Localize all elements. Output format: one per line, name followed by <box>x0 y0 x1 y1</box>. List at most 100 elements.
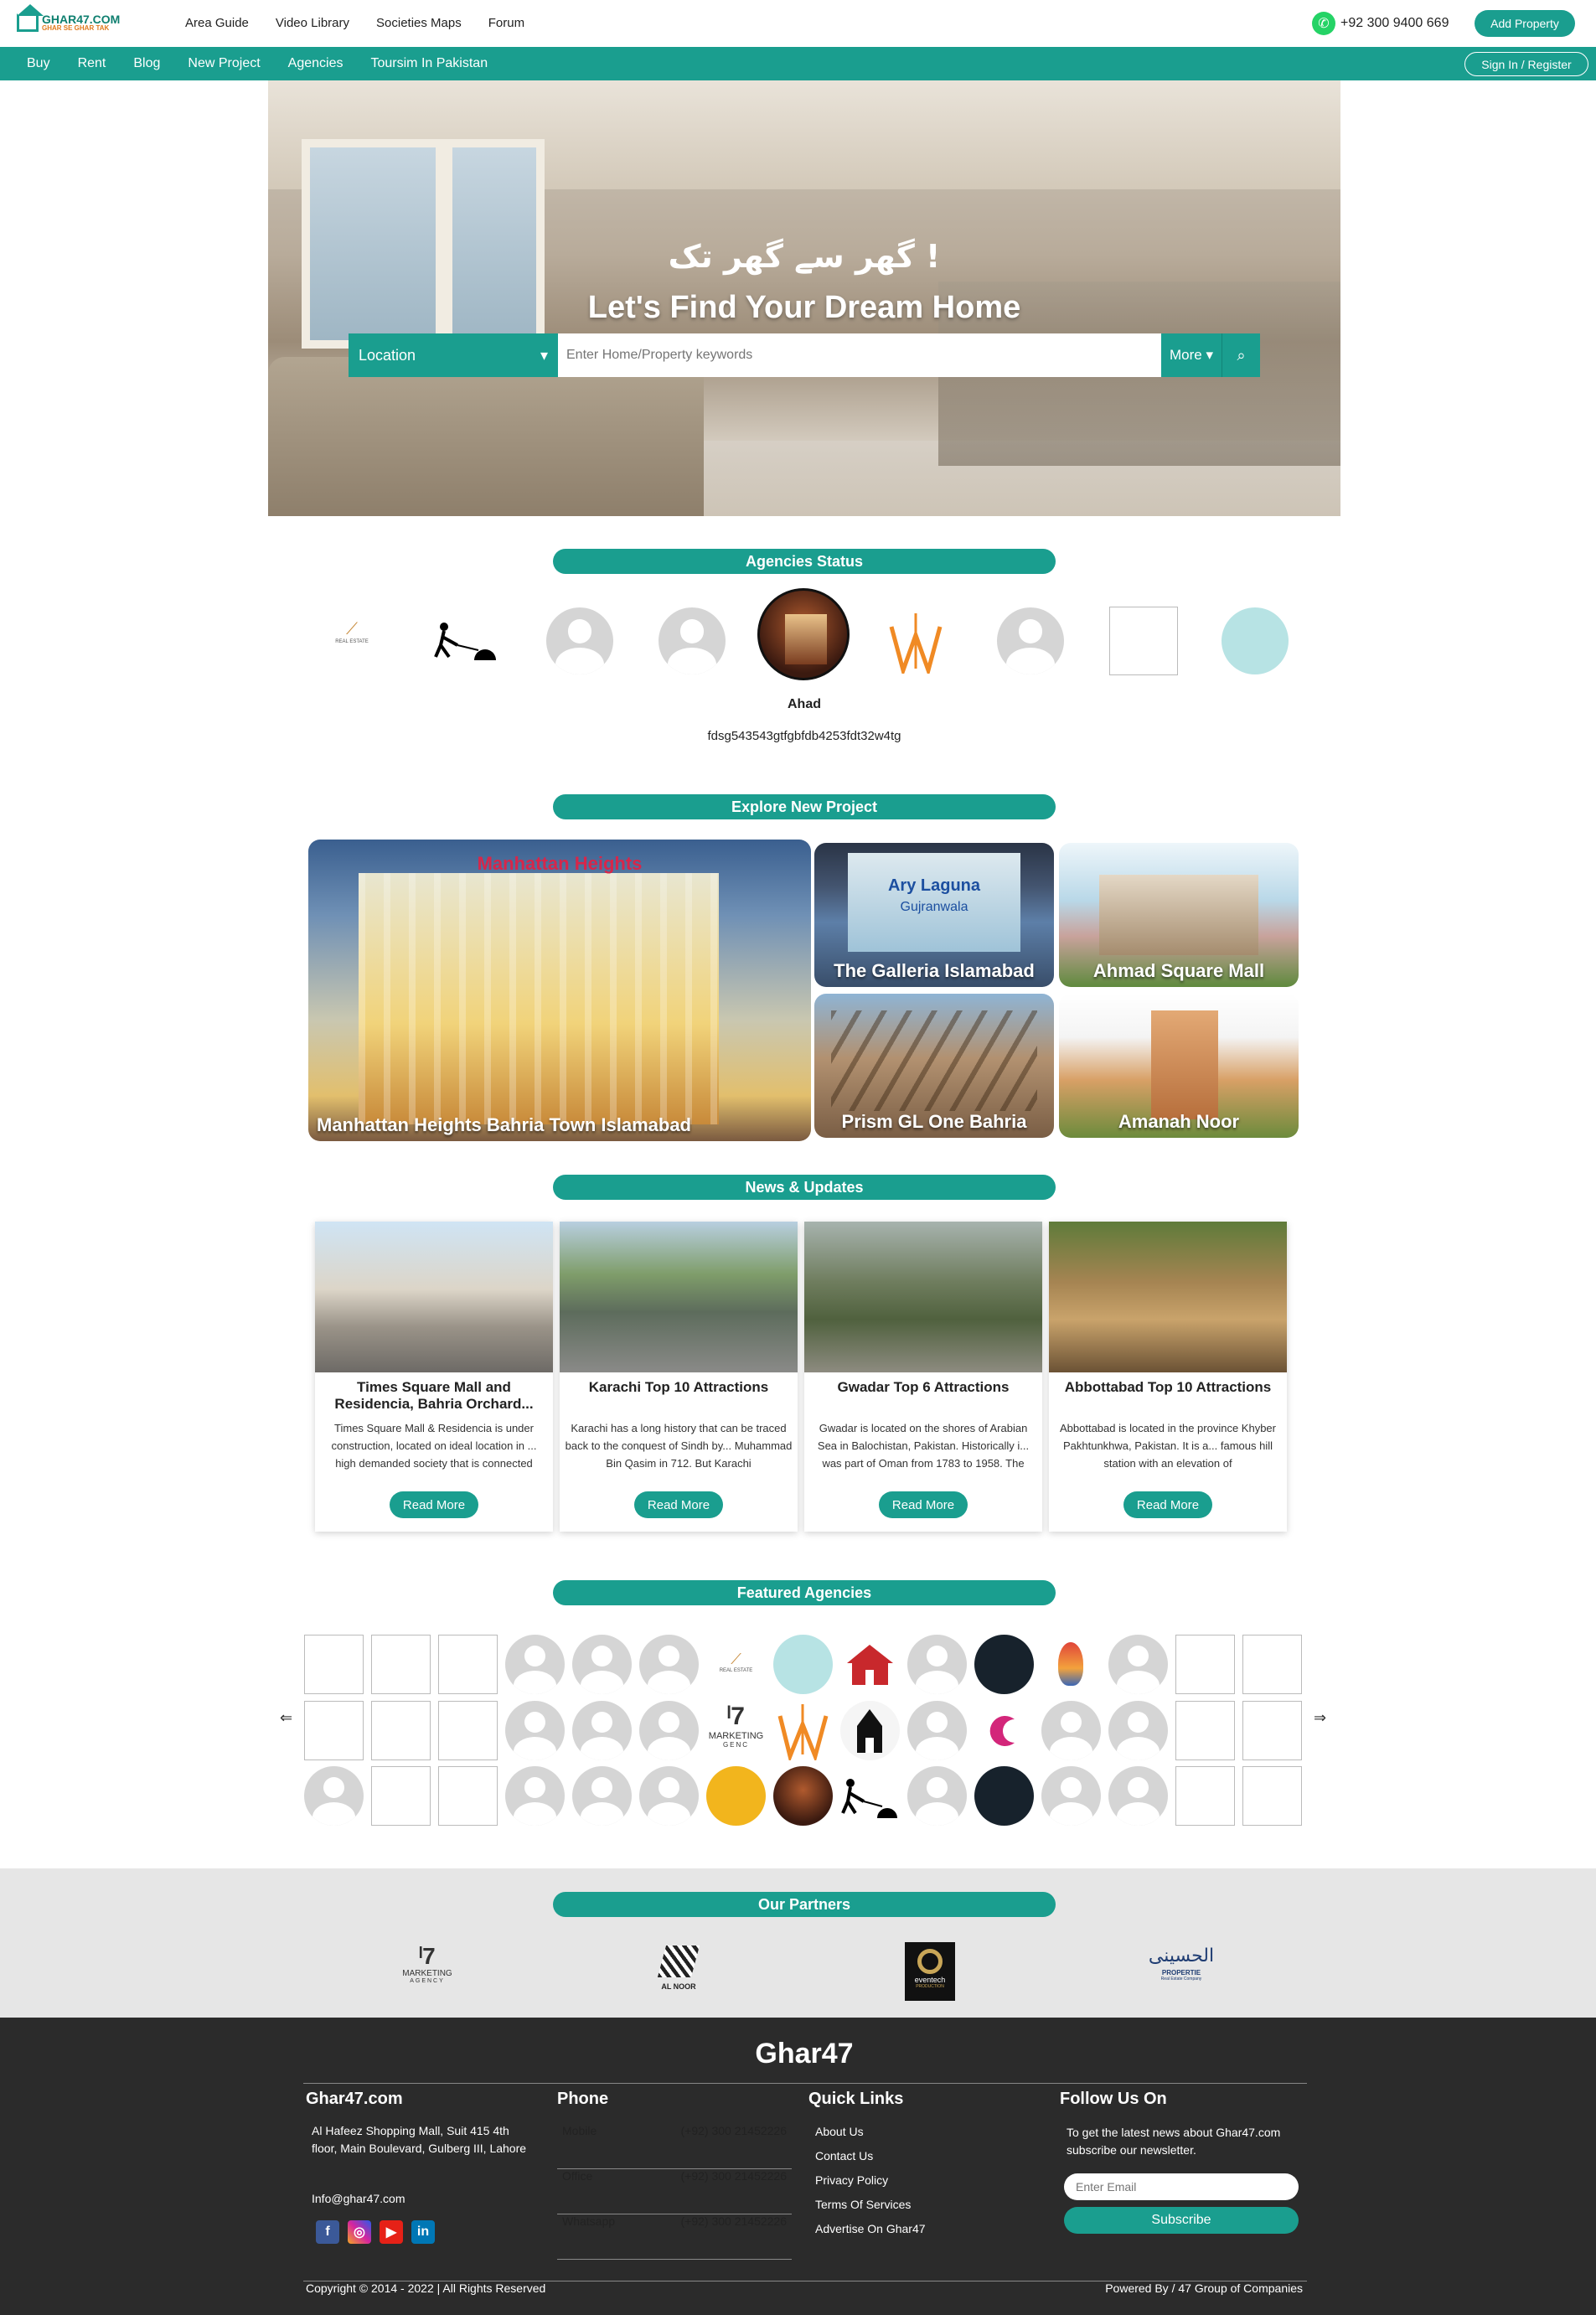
nav-agencies[interactable]: Agencies <box>288 56 343 71</box>
nav-blog[interactable]: Blog <box>133 56 160 71</box>
featured-agency-avatar[interactable] <box>639 1766 699 1826</box>
featured-agency-avatar[interactable] <box>1041 1701 1101 1760</box>
phone-row-value[interactable]: (+92) 300 21452226 <box>681 2169 788 2183</box>
phone-row-value[interactable]: (+92) 300 21452226 <box>681 2124 788 2137</box>
featured-agency-broken-image[interactable] <box>1242 1766 1302 1826</box>
featured-agency-avatar[interactable] <box>907 1766 967 1826</box>
featured-agency-flame-logo[interactable] <box>1058 1642 1083 1686</box>
top-link-societies-maps[interactable]: Societies Maps <box>376 16 462 30</box>
featured-agency-marketing[interactable]: ˡ7 MARKETING GENC <box>706 1703 766 1761</box>
agency-status-mm-logo[interactable] <box>886 610 945 678</box>
agency-status-avatar[interactable] <box>997 607 1064 674</box>
featured-agency-dark-logo[interactable] <box>974 1635 1034 1694</box>
agency-status-avatar[interactable] <box>546 607 613 674</box>
featured-agency-yellow-logo[interactable] <box>706 1766 766 1826</box>
featured-agency-avatar[interactable] <box>572 1766 632 1826</box>
featured-agency-broken-image[interactable] <box>304 1701 364 1760</box>
project-card-manhattan-heights[interactable]: Manhattan Heights Manhattan Heights Bahr… <box>308 840 811 1141</box>
featured-agency-broken-image[interactable] <box>371 1766 431 1826</box>
featured-agency-broken-image[interactable] <box>438 1766 498 1826</box>
nav-new-project[interactable]: New Project <box>188 56 260 71</box>
featured-agency-dark-logo[interactable] <box>974 1766 1034 1826</box>
linkedin-icon[interactable]: in <box>411 2220 435 2244</box>
agency-status-avatar[interactable] <box>659 607 726 674</box>
footer-email[interactable]: Info@ghar47.com <box>312 2190 405 2208</box>
property-keyword-input[interactable] <box>558 333 1161 377</box>
featured-agency-real-estate[interactable]: ⟋ REAL ESTATE <box>706 1651 766 1684</box>
featured-agency-avatar[interactable] <box>907 1635 967 1694</box>
footer-link-advertise[interactable]: Advertise On Ghar47 <box>815 2222 926 2235</box>
featured-agency-avatar[interactable] <box>1108 1701 1168 1760</box>
top-link-forum[interactable]: Forum <box>488 16 524 30</box>
featured-agency-broken-image[interactable] <box>1242 1635 1302 1694</box>
featured-agency-crescent-logo[interactable] <box>974 1701 1034 1760</box>
nav-rent[interactable]: Rent <box>78 56 106 71</box>
newsletter-email-input[interactable] <box>1064 2173 1299 2200</box>
featured-agency-teal-logo[interactable] <box>773 1635 833 1694</box>
signin-register-button[interactable]: Sign In / Register <box>1464 52 1588 76</box>
featured-agency-avatar[interactable] <box>505 1766 565 1826</box>
featured-agency-avatar[interactable] <box>572 1635 632 1694</box>
featured-agency-broken-image[interactable] <box>304 1635 364 1694</box>
top-link-video-library[interactable]: Video Library <box>276 16 349 30</box>
add-property-button[interactable]: Add Property <box>1475 10 1575 37</box>
read-more-button[interactable]: Read More <box>634 1491 723 1518</box>
agency-status-teal-logo[interactable] <box>1222 607 1289 674</box>
agency-status-ahad-active[interactable] <box>757 588 850 680</box>
nav-tourism[interactable]: Toursim In Pakistan <box>370 56 488 71</box>
partner-alhusaini[interactable]: الحسینی PROPERTIE Real Estate Company <box>1148 1944 1215 1999</box>
top-link-area-guide[interactable]: Area Guide <box>185 16 249 30</box>
featured-agency-mover[interactable] <box>840 1775 900 1821</box>
featured-agency-avatar[interactable] <box>639 1635 699 1694</box>
project-card-galleria[interactable]: Ary Laguna Gujranwala The Galleria Islam… <box>814 843 1054 987</box>
location-select[interactable]: Location ▾ <box>349 333 558 377</box>
nav-buy[interactable]: Buy <box>27 56 50 71</box>
featured-agency-avatar[interactable] <box>505 1635 565 1694</box>
footer-link-terms[interactable]: Terms Of Services <box>815 2198 926 2211</box>
carousel-prev-arrow[interactable]: ⇐ <box>280 1709 292 1727</box>
featured-agency-avatar[interactable] <box>1108 1635 1168 1694</box>
instagram-icon[interactable]: ◎ <box>348 2220 371 2244</box>
footer-brand-logo[interactable]: Ghar47 <box>0 2038 1596 2070</box>
featured-agency-broken-image[interactable] <box>371 1635 431 1694</box>
featured-agency-avatar[interactable] <box>304 1766 364 1826</box>
more-filters-button[interactable]: More ▾ <box>1161 333 1222 377</box>
featured-agency-avatar[interactable] <box>1041 1766 1101 1826</box>
read-more-button[interactable]: Read More <box>879 1491 968 1518</box>
featured-agency-avatar[interactable] <box>1108 1766 1168 1826</box>
featured-agency-broken-image[interactable] <box>438 1635 498 1694</box>
featured-agency-broken-image[interactable] <box>438 1701 498 1760</box>
subscribe-button[interactable]: Subscribe <box>1064 2207 1299 2234</box>
footer-link-privacy[interactable]: Privacy Policy <box>815 2173 926 2187</box>
agency-status-real-estate[interactable]: ⟋ REAL ESTATE <box>328 620 375 654</box>
featured-agency-avatar[interactable] <box>505 1701 565 1760</box>
read-more-button[interactable]: Read More <box>1123 1491 1212 1518</box>
youtube-icon[interactable]: ▶ <box>380 2220 403 2244</box>
partner-eventech[interactable]: eventech PRODUCTION <box>905 1942 955 2001</box>
featured-agency-avatar[interactable] <box>907 1701 967 1760</box>
featured-agency-broken-image[interactable] <box>1175 1701 1235 1760</box>
agency-status-mover[interactable] <box>432 620 499 662</box>
featured-agency-red-house[interactable] <box>840 1635 900 1694</box>
contact-phone[interactable]: ✆ +92 300 9400 669 <box>1312 12 1449 35</box>
featured-agency-broken-image[interactable] <box>1175 1766 1235 1826</box>
carousel-next-arrow[interactable]: ⇒ <box>1314 1709 1326 1727</box>
project-card-amanah-noor[interactable]: Amanah Noor <box>1059 994 1299 1138</box>
featured-agency-ahad[interactable] <box>773 1766 833 1826</box>
featured-agency-house-logo[interactable] <box>840 1701 900 1760</box>
featured-agency-mm-logo[interactable] <box>773 1701 833 1764</box>
facebook-icon[interactable]: f <box>316 2220 339 2244</box>
agency-status-broken-image[interactable] <box>1109 607 1178 675</box>
read-more-button[interactable]: Read More <box>390 1491 478 1518</box>
featured-agency-broken-image[interactable] <box>371 1701 431 1760</box>
featured-agency-broken-image[interactable] <box>1242 1701 1302 1760</box>
site-logo[interactable]: GHAR47.COM GHAR SE GHAR TAK <box>17 4 120 32</box>
partner-al-noor[interactable]: AL NOOR <box>645 1946 712 2001</box>
featured-agency-broken-image[interactable] <box>1175 1635 1235 1694</box>
project-card-prism[interactable]: Prism GL One Bahria <box>814 994 1054 1138</box>
featured-agency-avatar[interactable] <box>639 1701 699 1760</box>
footer-link-about[interactable]: About Us <box>815 2125 926 2138</box>
project-card-ahmad-square[interactable]: Ahmad Square Mall <box>1059 843 1299 987</box>
phone-row-value[interactable]: (+92) 300 21452226 <box>681 2214 788 2228</box>
footer-link-contact[interactable]: Contact Us <box>815 2149 926 2163</box>
